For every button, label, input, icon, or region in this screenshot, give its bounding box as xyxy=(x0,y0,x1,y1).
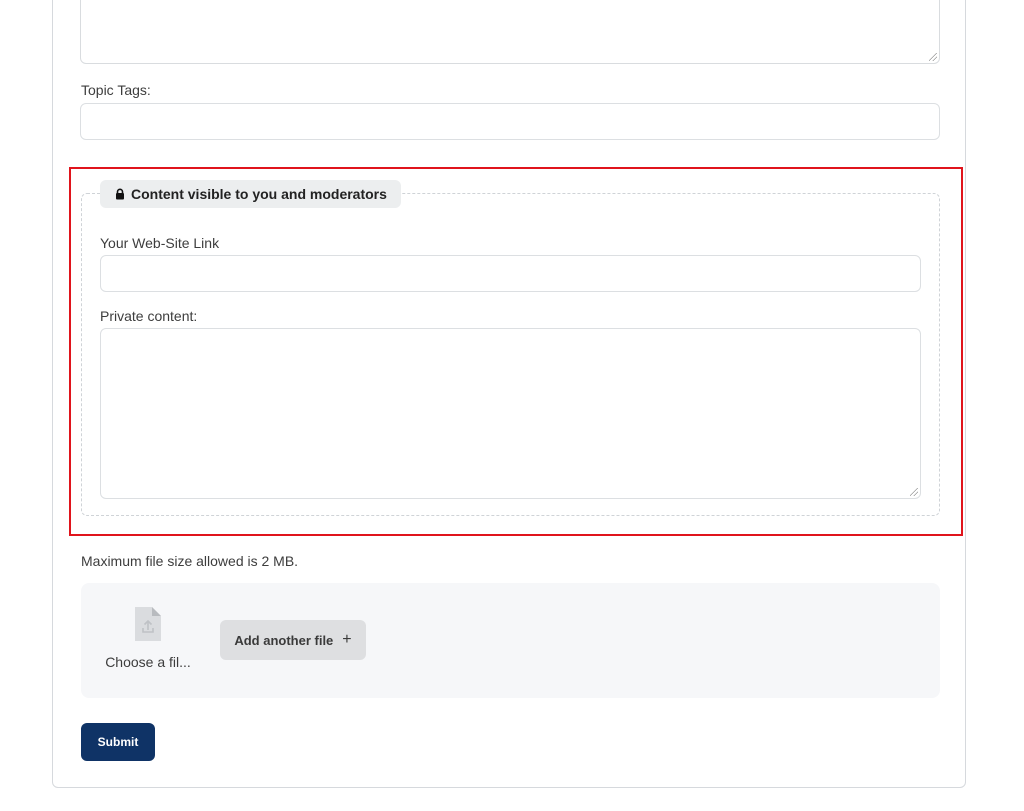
file-upload-icon xyxy=(135,607,161,641)
resize-grip-icon[interactable] xyxy=(910,488,918,496)
topic-tags-input[interactable] xyxy=(80,103,940,140)
description-textarea[interactable] xyxy=(80,0,940,64)
private-content-textarea[interactable] xyxy=(100,328,921,499)
add-another-file-label: Add another file xyxy=(234,632,334,648)
private-section-title: Content visible to you and moderators xyxy=(131,186,387,202)
plus-icon: + xyxy=(342,631,352,648)
file-name-label: Choose a fil... xyxy=(105,654,191,670)
file-chooser[interactable]: Choose a fil... xyxy=(100,606,196,676)
private-content-label: Private content: xyxy=(100,308,198,324)
private-section-legend: Content visible to you and moderators xyxy=(100,180,401,208)
resize-grip-icon[interactable] xyxy=(929,53,937,61)
file-upload-area xyxy=(81,583,940,698)
max-file-size-text: Maximum file size allowed is 2 MB. xyxy=(81,553,299,569)
website-link-label: Your Web-Site Link xyxy=(100,235,220,251)
submit-button[interactable]: Submit xyxy=(81,723,155,761)
website-link-input[interactable] xyxy=(100,255,921,292)
add-another-file-button[interactable]: Add another file + xyxy=(220,620,366,660)
topic-tags-label: Topic Tags: xyxy=(81,82,151,98)
lock-icon xyxy=(116,188,124,200)
